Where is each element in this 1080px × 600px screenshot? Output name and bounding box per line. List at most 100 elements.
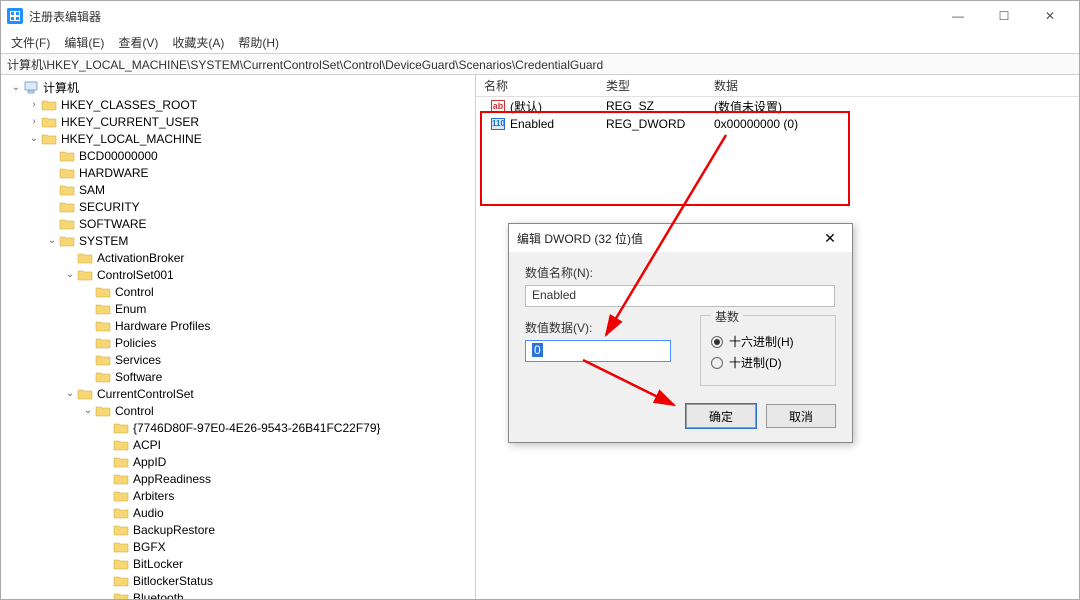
tree-item-label: SECURITY [79,200,140,214]
tree-item[interactable]: AppReadiness [1,470,475,487]
tree-item[interactable]: BGFX [1,538,475,555]
main-area: ⌄计算机 › HKEY_CLASSES_ROOT›HKEY_CURRENT_USER… [1,75,1079,599]
ok-button[interactable]: 确定 [686,404,756,428]
collapse-icon[interactable]: ⌄ [81,405,95,416]
tree-item[interactable]: BCD00000000 [1,147,475,164]
folder-icon [113,574,129,588]
folder-icon [95,353,111,367]
folder-icon [113,591,129,600]
tree-item[interactable]: BackupRestore [1,521,475,538]
value-row[interactable]: 110EnabledREG_DWORD0x00000000 (0) [476,115,1079,133]
folder-icon [113,421,129,435]
tree-item[interactable]: ⌄ Control [1,402,475,419]
tree-item-label: HARDWARE [79,166,149,180]
folder-icon [95,404,111,418]
address-bar[interactable]: 计算机\HKEY_LOCAL_MACHINE\SYSTEM\CurrentCon… [1,53,1079,75]
folder-icon [59,217,75,231]
folder-icon [77,268,93,282]
value-name-field[interactable]: Enabled [525,285,835,307]
collapse-icon[interactable]: ⌄ [9,82,23,93]
tree-item[interactable]: Bluetooth [1,589,475,599]
tree-item[interactable]: HARDWARE [1,164,475,181]
expand-icon[interactable]: › [27,99,41,110]
folder-icon [113,557,129,571]
value-name: Enabled [510,117,554,131]
dialog-title: 编辑 DWORD (32 位)值 [517,230,816,247]
tree-item[interactable]: Arbiters [1,487,475,504]
tree-item-label: ActivationBroker [97,251,184,265]
tree-item-label: HKEY_CLASSES_ROOT [61,98,197,112]
app-icon [7,8,23,24]
tree-item-label: AppID [133,455,166,469]
collapse-icon[interactable]: ⌄ [63,269,77,280]
menu-file[interactable]: 文件(F) [5,32,56,53]
folder-icon [95,336,111,350]
tree-item[interactable]: ⌄HKEY_LOCAL_MACHINE [1,130,475,147]
tree-item[interactable]: Control [1,283,475,300]
tree-item[interactable]: ActivationBroker [1,249,475,266]
folder-icon [77,387,93,401]
folder-icon [113,455,129,469]
tree-item[interactable]: ⌄ SYSTEM [1,232,475,249]
tree-item[interactable]: ⌄计算机 [1,79,475,96]
tree-item-label: BGFX [133,540,166,554]
tree-item[interactable]: Enum [1,300,475,317]
tree-item[interactable]: Policies [1,334,475,351]
cancel-button[interactable]: 取消 [766,404,836,428]
tree-item-label: Hardware Profiles [115,319,210,333]
tree-item-label: SYSTEM [79,234,128,248]
menu-favorites[interactable]: 收藏夹(A) [166,32,230,53]
tree-item[interactable]: AppID [1,453,475,470]
col-header-name[interactable]: 名称 [476,77,606,94]
tree-item[interactable]: SECURITY [1,198,475,215]
tree-item[interactable]: SOFTWARE [1,215,475,232]
tree-item[interactable]: BitlockerStatus [1,572,475,589]
tree-item[interactable]: ⌄ControlSet001 [1,266,475,283]
tree-item-label: SOFTWARE [79,217,147,231]
value-data-field[interactable]: 0 [525,340,671,362]
collapse-icon[interactable]: ⌄ [63,388,77,399]
menu-edit[interactable]: 编辑(E) [58,32,110,53]
tree-item[interactable]: BitLocker [1,555,475,572]
menu-help[interactable]: 帮助(H) [232,32,285,53]
radix-dec-radio[interactable]: 十进制(D) [711,354,825,371]
folder-icon [113,540,129,554]
col-header-type[interactable]: 类型 [606,77,714,94]
expand-icon[interactable]: › [27,116,41,127]
folder-icon [95,302,111,316]
minimize-button[interactable]: — [935,1,981,31]
col-header-data[interactable]: 数据 [714,77,1079,94]
value-type: REG_SZ [606,99,714,113]
tree-item-label: Audio [133,506,164,520]
folder-icon [59,166,75,180]
radix-hex-radio[interactable]: 十六进制(H) [711,333,825,350]
string-value-icon: ab [490,98,506,114]
maximize-button[interactable]: ☐ [981,1,1027,31]
tree-item[interactable]: Audio [1,504,475,521]
tree-item[interactable]: › HKEY_CLASSES_ROOT [1,96,475,113]
edit-dword-dialog: 编辑 DWORD (32 位)值 ✕ 数值名称(N): Enabled 数值数据… [508,223,853,443]
tree-item[interactable]: Hardware Profiles [1,317,475,334]
value-row[interactable]: ab(默认)REG_SZ(数值未设置) [476,97,1079,115]
tree-item[interactable]: Software [1,368,475,385]
close-button[interactable]: ✕ [1027,1,1073,31]
tree-item[interactable]: ⌄CurrentControlSet [1,385,475,402]
regedit-window: 注册表编辑器 — ☐ ✕ 文件(F) 编辑(E) 查看(V) 收藏夹(A) 帮助… [0,0,1080,600]
value-data-text: 0 [532,343,543,357]
menubar: 文件(F) 编辑(E) 查看(V) 收藏夹(A) 帮助(H) [1,31,1079,53]
tree-pane[interactable]: ⌄计算机 › HKEY_CLASSES_ROOT›HKEY_CURRENT_USER… [1,75,476,599]
tree-item[interactable]: ›HKEY_CURRENT_USER [1,113,475,130]
menu-view[interactable]: 查看(V) [112,32,164,53]
radix-hex-label: 十六进制(H) [729,333,794,350]
collapse-icon[interactable]: ⌄ [45,235,59,246]
tree-item[interactable]: {7746D80F-97E0-4E26-9543-26B41FC22F79} [1,419,475,436]
tree-item[interactable]: ACPI [1,436,475,453]
tree-item[interactable]: SAM [1,181,475,198]
collapse-icon[interactable]: ⌄ [27,133,41,144]
tree-item-label: Control [115,404,154,418]
dialog-close-button[interactable]: ✕ [816,230,844,247]
tree-item[interactable]: Services [1,351,475,368]
tree-item-label: Software [115,370,162,384]
folder-icon [113,472,129,486]
values-header: 名称 类型 数据 [476,75,1079,97]
